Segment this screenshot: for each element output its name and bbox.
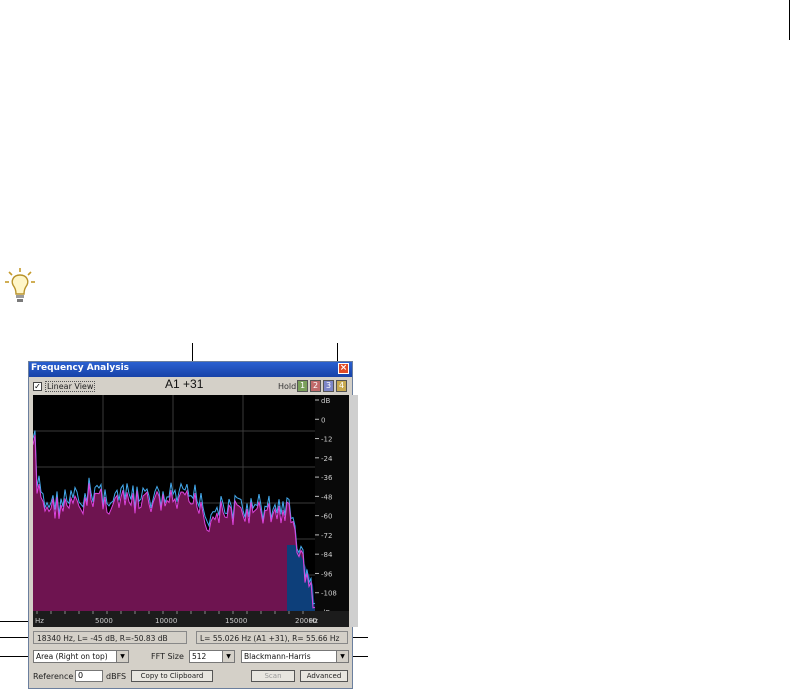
hold-button-4[interactable]: 4 (336, 380, 347, 392)
db-tick-label: -24 (321, 455, 333, 463)
peak-readout: L= 55.026 Hz (A1 +31), R= 55.66 Hz (196, 631, 348, 644)
window-function-select[interactable]: Blackmann-Harris ▼ (241, 650, 349, 663)
advanced-button[interactable]: Advanced (300, 670, 348, 682)
chevron-down-icon[interactable]: ▼ (336, 651, 348, 662)
graph-type-value: Area (Right on top) (36, 652, 108, 661)
hold-button-2[interactable]: 2 (310, 380, 321, 392)
copy-to-clipboard-button[interactable]: Copy to Clipboard (131, 670, 213, 682)
db-tick-label: -84 (321, 551, 333, 559)
db-tick-label: 0 (321, 416, 325, 424)
window-title: Frequency Analysis (31, 363, 130, 373)
graph-type-select[interactable]: Area (Right on top) ▼ (33, 650, 129, 663)
x-tick-label: 5000 (95, 617, 113, 625)
hold-button-3[interactable]: 3 (323, 380, 334, 392)
db-tick-label: -48 (321, 493, 332, 501)
x-tick-label: Hz (35, 617, 44, 625)
page-edge-rule (789, 0, 790, 40)
reference-input[interactable]: 0 (75, 670, 103, 682)
db-tick-label: dB (321, 397, 330, 405)
scan-button[interactable]: Scan (251, 670, 295, 682)
db-tick-label: -96 (321, 570, 333, 578)
x-tick-label: 10000 (155, 617, 177, 625)
title-bar[interactable]: Frequency Analysis × (29, 362, 352, 377)
cursor-readout: 18340 Hz, L= -45 dB, R=-50.83 dB (33, 631, 187, 644)
hold-label: Hold (278, 382, 297, 391)
db-tick-label: -12 (321, 436, 332, 444)
fft-size-label: FFT Size (151, 652, 184, 661)
db-scale-backdrop (315, 395, 349, 611)
hold-button-1[interactable]: 1 (297, 380, 308, 392)
lightbulb-icon (5, 268, 35, 302)
chevron-down-icon[interactable]: ▼ (116, 651, 128, 662)
frequency-analysis-window: Frequency Analysis × ✓ Linear View A1 +3… (28, 361, 358, 689)
db-tick-label: -108 (321, 590, 337, 598)
db-tick-label: -72 (321, 532, 332, 540)
db-tick-label: -60 (321, 513, 332, 521)
graph-scrollbar[interactable] (350, 395, 358, 627)
linear-view-label[interactable]: Linear View (45, 381, 96, 392)
x-tick-label: Hz (309, 617, 318, 625)
note-readout: A1 +31 (165, 377, 204, 391)
spectrum-area-fill (33, 435, 315, 611)
close-icon[interactable]: × (338, 363, 349, 374)
fft-size-select[interactable]: 512 ▼ (189, 650, 235, 663)
linear-view-checkbox[interactable]: ✓ (33, 382, 42, 391)
fft-size-value: 512 (192, 652, 207, 661)
dbfs-label: dBFS (106, 672, 127, 681)
spectrum-graph[interactable]: dB0-12-24-36-48-60-72-84-96-108dB Hz5000… (33, 395, 349, 627)
window-function-value: Blackmann-Harris (244, 652, 311, 661)
chevron-down-icon[interactable]: ▼ (222, 651, 234, 662)
db-tick-label: -36 (321, 474, 333, 482)
x-tick-label: 15000 (225, 617, 247, 625)
reference-label: Reference (33, 672, 74, 681)
